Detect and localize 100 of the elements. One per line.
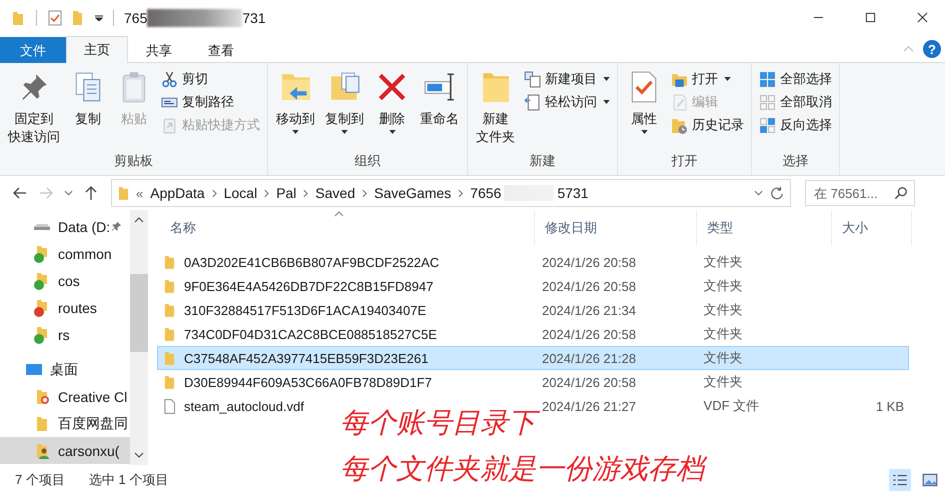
overflow-mark[interactable]: «: [136, 186, 144, 200]
caret-icon[interactable]: [95, 14, 103, 20]
back-arrow-icon[interactable]: [12, 185, 28, 201]
ribbon-button[interactable]: 反向选择: [756, 114, 835, 136]
drive-icon: [33, 222, 51, 230]
file-name: 310F32884517F513D6F1ACA19403407E: [184, 302, 426, 318]
file-name: D30E89944F609A53C66A0FB78D89D1F7: [184, 374, 432, 390]
chevron-down-icon[interactable]: [754, 190, 763, 196]
refresh-icon[interactable]: [770, 186, 784, 200]
ribbon-button[interactable]: 删除: [370, 66, 414, 151]
group-label: 剪贴板: [113, 152, 154, 170]
ribbon-button[interactable]: 复制: [66, 66, 110, 151]
file-row[interactable]: D30E89944F609A53C66A0FB78D89D1F7 2024/1/26 20:58 文件夹: [157, 370, 909, 394]
file-type: 文件夹: [702, 373, 744, 391]
ribbon-button[interactable]: 剪切: [158, 68, 263, 90]
breadcrumb[interactable]: Local: [224, 185, 258, 201]
invert-selection-icon: [759, 116, 776, 134]
maximize-icon: [864, 12, 876, 23]
modified-date: 2024/1/26 21:27: [540, 398, 637, 414]
file-row[interactable]: C37548AF452A3977415EB59F3D23E261 2024/1/26 21:28 文件夹: [157, 346, 909, 370]
details-view-icon[interactable]: [889, 468, 911, 490]
ribbon-button[interactable]: 打开: [668, 68, 747, 90]
window-title: 765: [124, 10, 148, 26]
scroll-down-icon[interactable]: [134, 452, 144, 458]
ribbon-button[interactable]: 固定到 快速访问: [4, 66, 64, 151]
file-name: 9F0E364E4A5426DB7DF22C8B15FD8947: [184, 278, 434, 294]
ribbon-tab[interactable]: 共享: [128, 37, 190, 63]
ribbon-button[interactable]: 属性: [622, 66, 666, 151]
sort-caret-icon: [334, 211, 344, 217]
sidebar-item[interactable]: cos: [0, 267, 130, 294]
file-size: 1 KB: [876, 398, 904, 414]
checklist-icon[interactable]: [47, 10, 63, 26]
sidebar-item[interactable]: routes: [0, 294, 130, 321]
column-header[interactable]: 类型: [697, 210, 832, 246]
ribbon-button[interactable]: 新建项目: [521, 68, 613, 90]
help-button[interactable]: ?: [923, 40, 941, 58]
chevron-right-icon[interactable]: [362, 188, 368, 198]
ribbon-button[interactable]: 轻松访问: [521, 91, 613, 113]
ribbon-button[interactable]: 重命名: [416, 66, 463, 151]
sidebar-item[interactable]: Data (D:: [0, 213, 130, 240]
folder-icon: [164, 254, 175, 270]
folder-icon: [164, 326, 175, 342]
modified-date: 2024/1/26 21:28: [540, 350, 637, 366]
ribbon-tab[interactable]: 文件: [0, 37, 66, 63]
document-arrow-icon: [524, 94, 541, 110]
chevron-down-icon[interactable]: [64, 190, 73, 196]
group-label: 新建: [528, 152, 556, 170]
sidebar-item[interactable]: rs: [0, 321, 130, 348]
breadcrumb[interactable]: Pal: [276, 185, 296, 201]
chevron-right-icon[interactable]: [458, 188, 464, 198]
ribbon-button[interactable]: 全部选择: [756, 68, 835, 90]
file-name: 734C0DF04D31CA2C8BCE088518527C5E: [184, 326, 437, 342]
ribbon-button[interactable]: 移动到: [272, 66, 319, 151]
breadcrumb[interactable]: Saved: [315, 185, 356, 201]
file-type: 文件夹: [702, 301, 744, 319]
ribbon-button[interactable]: 全部取消: [756, 91, 835, 113]
ribbon-button[interactable]: 历史记录: [668, 114, 747, 136]
sidebar-item[interactable]: 桌面: [0, 356, 130, 383]
chevron-right-icon[interactable]: [303, 188, 308, 198]
folder-icon: [164, 302, 175, 318]
modified-date: 2024/1/26 20:58: [540, 326, 637, 342]
modified-date: 2024/1/26 20:58: [540, 254, 637, 270]
address-bar[interactable]: « AppData Local Pal Saved SaveGames 7656 5731: [111, 179, 791, 207]
breadcrumb[interactable]: 5731: [557, 185, 588, 201]
sidebar-item[interactable]: carsonxu(: [0, 437, 130, 464]
group-label: 选择: [782, 152, 810, 170]
window-title: 731: [242, 10, 266, 26]
column-header[interactable]: 修改日期: [535, 210, 697, 246]
scroll-up-icon[interactable]: [134, 217, 144, 223]
file-row[interactable]: 0A3D202E41CB6B6B807AF9BCDF2522AC 2024/1/26 20:58 文件夹: [157, 250, 909, 274]
ribbon-tab[interactable]: 主页: [66, 36, 128, 63]
chevron-right-icon[interactable]: [212, 188, 217, 198]
select-none-icon: [759, 94, 776, 110]
scrollbar[interactable]: [130, 210, 148, 465]
ribbon-button[interactable]: 新建 文件夹: [472, 66, 519, 151]
file-row[interactable]: 734C0DF04D31CA2C8BCE088518527C5E 2024/1/26 20:58 文件夹: [157, 322, 909, 346]
scroll-thumb[interactable]: [130, 274, 148, 352]
ribbon-button[interactable]: 复制路径: [158, 91, 263, 113]
file-icon: [164, 398, 175, 414]
sidebar-item[interactable]: 百度网盘同: [0, 410, 130, 437]
sidebar-item[interactable]: Creative Cl: [0, 383, 130, 410]
close-icon: [916, 12, 928, 23]
file-type: 文件夹: [702, 325, 744, 343]
up-arrow-icon[interactable]: [83, 185, 99, 201]
file-type: 文件夹: [702, 349, 744, 367]
chevron-right-icon[interactable]: [264, 188, 270, 198]
breadcrumb[interactable]: SaveGames: [374, 185, 452, 201]
select-all-icon: [759, 70, 776, 88]
file-row[interactable]: 310F32884517F513D6F1ACA19403407E 2024/1/26 21:34 文件夹: [157, 298, 909, 322]
folder-icon: [164, 278, 175, 294]
item-count: 7 个项目: [15, 470, 65, 488]
file-row[interactable]: 9F0E364E4A5426DB7DF22C8B15FD8947 2024/1/26 20:58 文件夹: [157, 274, 909, 298]
sidebar-item[interactable]: common: [0, 240, 130, 267]
ribbon-button[interactable]: 复制到: [321, 66, 368, 151]
search-field[interactable]: 在 76561...: [805, 180, 915, 206]
breadcrumb[interactable]: 7656: [470, 185, 502, 201]
breadcrumb[interactable]: AppData: [150, 185, 205, 201]
ribbon-tab[interactable]: 查看: [190, 37, 252, 63]
column-header[interactable]: 大小: [832, 210, 912, 246]
column-header[interactable]: 名称: [160, 210, 535, 246]
